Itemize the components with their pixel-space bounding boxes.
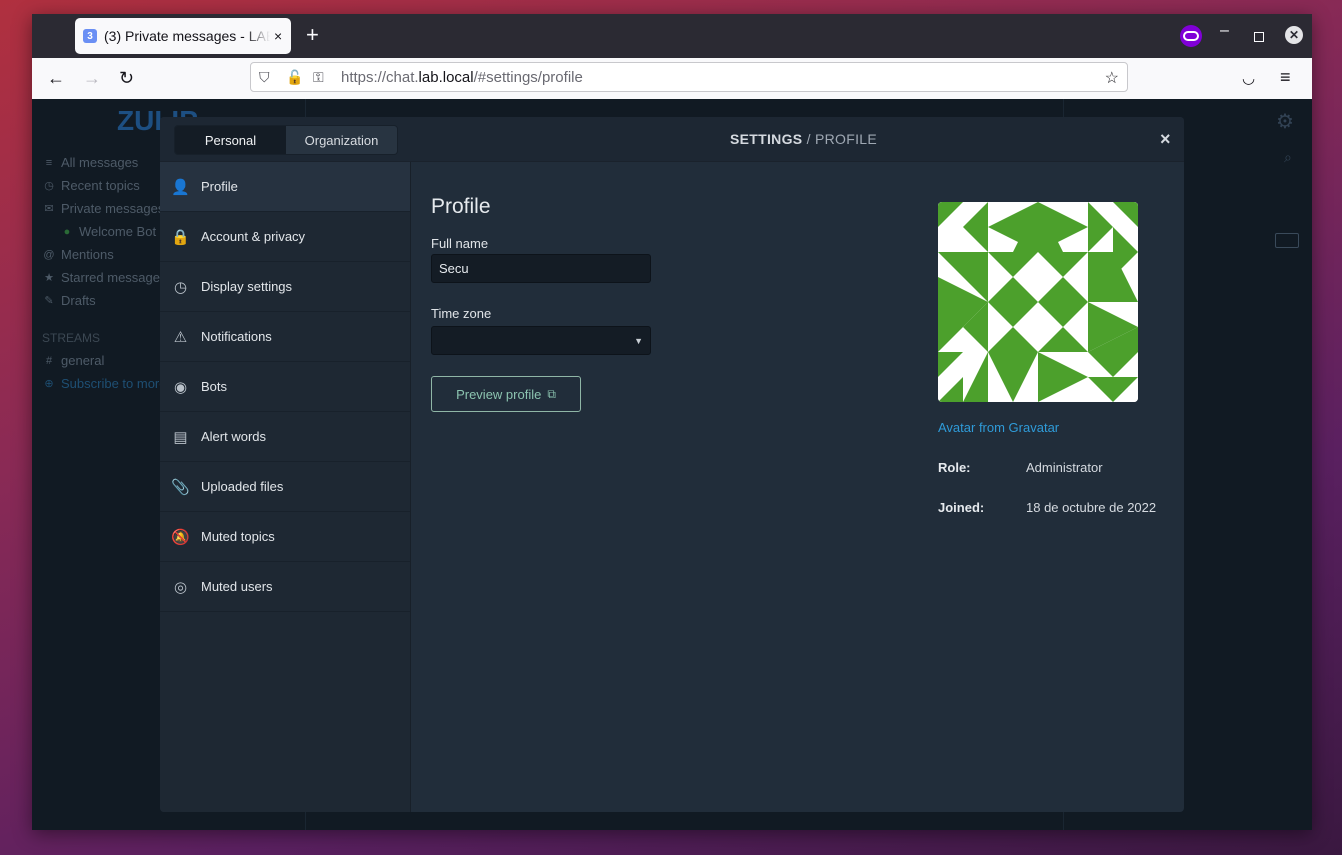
full-name-field[interactable]: Secu: [431, 254, 651, 283]
navigation-bar: ← → ↻ ⛉ 🔓 ⚿ https://chat.lab.local/#sett…: [32, 58, 1312, 99]
sidebar-item-muted-users[interactable]: ◎ Muted users: [160, 562, 410, 612]
shield-icon[interactable]: ⛉: [259, 69, 270, 86]
sidebar-item-label: Muted users: [201, 579, 273, 594]
user-icon: 👤: [171, 178, 190, 196]
sidebar-item-label: Muted topics: [201, 529, 275, 544]
sidebar-item-label: Account & privacy: [201, 229, 306, 244]
page-title: Profile: [431, 195, 491, 218]
sidebar-item-label: Private messages: [61, 201, 165, 216]
lock-icon[interactable]: 🔓: [286, 69, 303, 86]
lock-icon: 🔒: [171, 228, 190, 246]
sidebar-item-notifications[interactable]: ⚠ Notifications: [160, 312, 410, 362]
gear-icon: ⚙: [1276, 111, 1294, 133]
sidebar-item-label: Alert words: [201, 429, 267, 444]
sidebar-item-label: Profile: [201, 179, 238, 194]
browser-tab[interactable]: 3 (3) Private messages - LAB Zulip ×: [75, 18, 291, 54]
plus-circle-icon: ⊕: [44, 378, 54, 390]
profile-panel: Profile Full name Secu Time zone ▼ Previ…: [411, 162, 1184, 812]
maximize-icon[interactable]: [1254, 32, 1264, 42]
url-bar[interactable]: ⛉ 🔓 ⚿ https://chat.lab.local/#settings/p…: [250, 62, 1128, 92]
sidebar-item-label: Display settings: [201, 279, 293, 294]
caret-down-icon: ▼: [634, 335, 643, 346]
settings-header: Personal Organization SETTINGS / PROFILE…: [160, 117, 1184, 162]
sidebar-item-icon: ★: [44, 272, 54, 284]
sidebar-item-label: Welcome Bot: [79, 224, 157, 239]
eye-slash-icon: ◎: [173, 578, 188, 596]
url-text[interactable]: https://chat.lab.local/#settings/profile: [341, 69, 583, 86]
window-close-icon[interactable]: ✕: [1285, 26, 1303, 44]
browser-window: 3 (3) Private messages - LAB Zulip × + –…: [32, 14, 1312, 830]
tab-title: (3) Private messages - LAB Zulip: [104, 28, 270, 44]
sidebar-item-alert-words[interactable]: ▤ Alert words: [160, 412, 410, 462]
minimize-icon[interactable]: –: [1220, 22, 1229, 40]
identicon-image: [938, 202, 1138, 402]
clock-icon: ◷: [173, 278, 188, 296]
sidebar-item-label: Starred messages: [61, 270, 167, 285]
sidebar-item-label: Uploaded files: [201, 479, 284, 494]
sidebar-item-icon: ◷: [44, 180, 54, 192]
github-icon: ◉: [173, 378, 188, 396]
sidebar-item-icon: ✎: [44, 295, 54, 307]
tab-bar: 3 (3) Private messages - LAB Zulip × + –…: [32, 14, 1312, 58]
tab-personal[interactable]: Personal: [175, 126, 286, 154]
pocket-icon[interactable]: ◡: [1242, 69, 1255, 87]
tab-organization[interactable]: Organization: [286, 126, 397, 154]
avatar[interactable]: [938, 202, 1138, 402]
sidebar-item-icon: ●: [63, 225, 71, 238]
sidebar-item-label: Bots: [201, 379, 228, 394]
hamburger-menu-icon[interactable]: ≡: [1280, 67, 1291, 88]
new-tab-icon[interactable]: +: [306, 24, 319, 46]
sidebar-item-label: Mentions: [61, 247, 114, 262]
sidebar-item-label: Recent topics: [61, 178, 140, 193]
sidebar-item-icon: ✉: [44, 203, 54, 215]
role-value: Administrator: [1026, 460, 1103, 475]
preview-profile-label: Preview profile: [456, 386, 542, 402]
sidebar-item-muted-topics[interactable]: 🔕 Muted topics: [160, 512, 410, 562]
settings-overlay: Personal Organization SETTINGS / PROFILE…: [160, 117, 1184, 812]
keyboard-icon: [1275, 233, 1299, 248]
full-name-label: Full name: [431, 236, 489, 251]
search-icon: ⌕: [1284, 149, 1292, 165]
preview-profile-button[interactable]: Preview profile ⧉: [431, 376, 581, 412]
sidebar-item-account-privacy[interactable]: 🔒 Account & privacy: [160, 212, 410, 262]
forward-arrow-icon[interactable]: →: [83, 67, 101, 89]
timezone-label: Time zone: [431, 306, 492, 321]
private-browsing-icon: [1180, 25, 1202, 47]
tab-close-icon[interactable]: ×: [274, 28, 282, 44]
stream-label: general: [61, 353, 105, 368]
back-arrow-icon[interactable]: ←: [47, 67, 65, 89]
sidebar-item-label: Drafts: [61, 293, 96, 308]
joined-value: 18 de octubre de 2022: [1026, 500, 1157, 515]
sidebar-item-display-settings[interactable]: ◷ Display settings: [160, 262, 410, 312]
sidebar-item-uploaded-files[interactable]: 📎 Uploaded files: [160, 462, 410, 512]
warning-icon: ⚠: [173, 328, 188, 346]
sidebar-item-label: Notifications: [201, 329, 272, 344]
close-icon[interactable]: ×: [1160, 129, 1171, 150]
sidebar-item-profile[interactable]: 👤 Profile: [160, 162, 410, 212]
settings-tab-switcher: Personal Organization: [174, 125, 398, 155]
avatar-from-gravatar-link[interactable]: Avatar from Gravatar: [938, 420, 1059, 435]
reload-icon[interactable]: ↻: [119, 67, 134, 89]
settings-sidebar: 👤 Profile 🔒 Account & privacy ◷ Display setti…: [160, 162, 411, 812]
star-icon[interactable]: ☆: [1105, 68, 1119, 88]
bell-slash-icon: 🔕: [171, 528, 190, 546]
zulip-favicon-icon: 3: [83, 29, 97, 43]
external-link-icon: ⧉: [547, 386, 556, 401]
key-icon[interactable]: ⚿: [313, 69, 324, 86]
role-label: Role:: [938, 460, 971, 475]
sidebar-item-label: All messages: [61, 155, 139, 170]
hash-icon: #: [45, 354, 53, 367]
joined-label: Joined:: [938, 500, 985, 515]
sidebar-item-icon: @: [43, 248, 55, 261]
sidebar-item-bots[interactable]: ◉ Bots: [160, 362, 410, 412]
timezone-select[interactable]: ▼: [431, 326, 651, 355]
book-icon: ▤: [173, 428, 188, 446]
sidebar-item-icon: ≡: [45, 156, 53, 169]
paperclip-icon: 📎: [171, 478, 190, 496]
settings-title: SETTINGS / PROFILE: [730, 131, 878, 147]
